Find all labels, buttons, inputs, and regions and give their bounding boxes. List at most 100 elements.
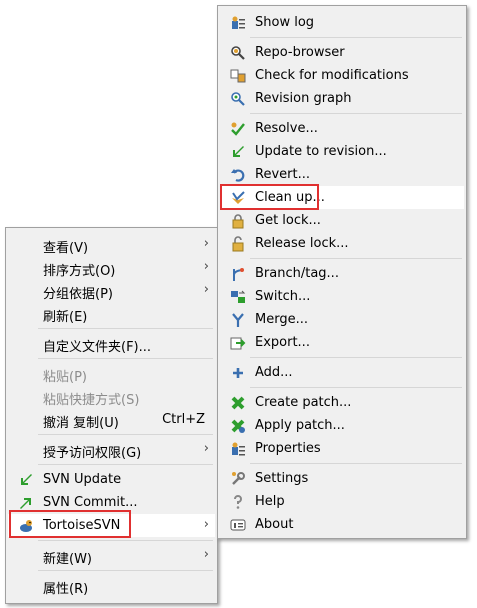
- menu-item-add[interactable]: Add...: [220, 361, 464, 384]
- menu-item-get-lock[interactable]: Get lock...: [220, 209, 464, 232]
- submenu-arrow-icon: ›: [203, 517, 209, 532]
- menu-item-update-to-revision[interactable]: Update to revision...: [220, 140, 464, 163]
- menu-item-label: Show log: [255, 15, 315, 30]
- explorer-context-menu: 查看(V) › 排序方式(O) › 分组依据(P) › 刷新(E) 自定义文件夹…: [5, 227, 218, 604]
- menu-item-release-lock[interactable]: Release lock...: [220, 232, 464, 255]
- menu-separator: [38, 434, 213, 435]
- menu-item-label: Release lock...: [255, 236, 349, 251]
- menu-item-label: Check for modifications: [255, 68, 409, 83]
- menu-item-label: 新建(W): [43, 552, 92, 567]
- repo-browser-icon: [231, 46, 245, 60]
- about-icon: [230, 519, 246, 531]
- menu-item-undo-copy[interactable]: 撤消 复制(U) Ctrl+Z: [8, 408, 215, 431]
- properties-icon: [232, 442, 245, 456]
- menu-separator: [38, 328, 213, 329]
- menu-item-view[interactable]: 查看(V) ›: [8, 233, 215, 256]
- settings-icon: [232, 472, 245, 485]
- menu-item-label: Properties: [255, 441, 321, 456]
- menu-item-label: 刷新(E): [43, 310, 88, 325]
- resolve-icon: [231, 122, 245, 136]
- menu-item-label: 分组依据(P): [43, 287, 113, 302]
- menu-item-settings[interactable]: Settings: [220, 467, 464, 490]
- menu-item-paste-shortcut[interactable]: 粘贴快捷方式(S): [8, 385, 215, 408]
- menu-item-sort-by[interactable]: 排序方式(O) ›: [8, 256, 215, 279]
- svn-commit-icon: [20, 498, 31, 509]
- menu-item-label: SVN Update: [43, 472, 122, 487]
- menu-item-label: SVN Commit...: [43, 495, 138, 510]
- clean-up-highlight-box: [220, 184, 319, 210]
- menu-item-branch-tag[interactable]: Branch/tag...: [220, 262, 464, 285]
- menu-item-resolve[interactable]: Resolve...: [220, 117, 464, 140]
- menu-separator: [38, 570, 213, 571]
- lock-icon: [232, 214, 244, 229]
- menu-item-label: 授予访问权限(G): [43, 446, 142, 461]
- menu-item-label: Create patch...: [255, 395, 352, 410]
- create-patch-icon: [231, 396, 245, 410]
- menu-item-label: Help: [255, 494, 285, 509]
- menu-item-svn-update[interactable]: SVN Update: [8, 468, 215, 491]
- menu-item-group-by[interactable]: 分组依据(P) ›: [8, 279, 215, 302]
- menu-item-label: 属性(R): [43, 582, 89, 597]
- menu-item-merge[interactable]: Merge...: [220, 308, 464, 331]
- submenu-arrow-icon: ›: [203, 259, 209, 274]
- merge-icon: [232, 313, 244, 327]
- menu-separator: [250, 113, 462, 114]
- help-icon: [234, 495, 242, 509]
- menu-item-label: Add...: [255, 365, 293, 380]
- menu-item-export[interactable]: Export...: [220, 331, 464, 354]
- shortcut-label: Ctrl+Z: [162, 412, 205, 427]
- update-revision-icon: [233, 146, 244, 157]
- menu-item-label: Resolve...: [255, 121, 318, 136]
- menu-item-new[interactable]: 新建(W) ›: [8, 544, 215, 567]
- menu-separator: [250, 387, 462, 388]
- menu-item-help[interactable]: Help: [220, 490, 464, 513]
- revert-icon: [231, 169, 245, 182]
- menu-separator: [250, 258, 462, 259]
- menu-item-label: Apply patch...: [255, 418, 345, 433]
- menu-item-label: Export...: [255, 335, 310, 350]
- menu-item-apply-patch[interactable]: Apply patch...: [220, 414, 464, 437]
- submenu-arrow-icon: ›: [203, 282, 209, 297]
- menu-separator: [38, 358, 213, 359]
- menu-item-switch[interactable]: Switch...: [220, 285, 464, 308]
- menu-item-label: 查看(V): [43, 241, 89, 256]
- switch-icon: [231, 290, 246, 303]
- tortoisesvn-highlight-box: [9, 510, 131, 538]
- menu-item-label: Get lock...: [255, 213, 321, 228]
- menu-item-label: 撤消 复制(U): [43, 416, 119, 431]
- menu-item-check-modifications[interactable]: Check for modifications: [220, 64, 464, 87]
- branch-icon: [233, 268, 244, 281]
- export-icon: [230, 337, 246, 350]
- menu-item-customize-folder[interactable]: 自定义文件夹(F)...: [8, 332, 215, 355]
- menu-item-label: Switch...: [255, 289, 311, 304]
- menu-item-label: Merge...: [255, 312, 308, 327]
- menu-item-properties[interactable]: 属性(R): [8, 574, 215, 597]
- menu-item-refresh[interactable]: 刷新(E): [8, 302, 215, 325]
- menu-separator: [38, 464, 213, 465]
- submenu-arrow-icon: ›: [203, 547, 209, 562]
- menu-item-label: About: [255, 517, 294, 532]
- menu-item-repo-browser[interactable]: Repo-browser: [220, 41, 464, 64]
- menu-separator: [250, 37, 462, 38]
- menu-item-grant-access[interactable]: 授予访问权限(G) ›: [8, 438, 215, 461]
- menu-item-show-log[interactable]: Show log: [220, 11, 464, 34]
- submenu-arrow-icon: ›: [203, 441, 209, 456]
- submenu-arrow-icon: ›: [203, 236, 209, 251]
- menu-item-label: Repo-browser: [255, 45, 345, 60]
- menu-item-label: 粘贴快捷方式(S): [43, 393, 140, 408]
- menu-separator: [250, 357, 462, 358]
- menu-separator: [250, 463, 462, 464]
- menu-item-svn-properties[interactable]: Properties: [220, 437, 464, 460]
- menu-item-label: 排序方式(O): [43, 264, 116, 279]
- menu-item-label: Settings: [255, 471, 309, 486]
- menu-item-label: Update to revision...: [255, 144, 387, 159]
- menu-item-label: Branch/tag...: [255, 266, 339, 281]
- menu-item-paste[interactable]: 粘贴(P): [8, 362, 215, 385]
- menu-item-create-patch[interactable]: Create patch...: [220, 391, 464, 414]
- menu-item-revision-graph[interactable]: Revision graph: [220, 87, 464, 110]
- menu-item-about[interactable]: About: [220, 513, 464, 536]
- menu-item-revert[interactable]: Revert...: [220, 163, 464, 186]
- menu-item-label: 自定义文件夹(F)...: [43, 340, 152, 355]
- svn-update-icon: [21, 474, 32, 485]
- menu-item-label: Revert...: [255, 167, 310, 182]
